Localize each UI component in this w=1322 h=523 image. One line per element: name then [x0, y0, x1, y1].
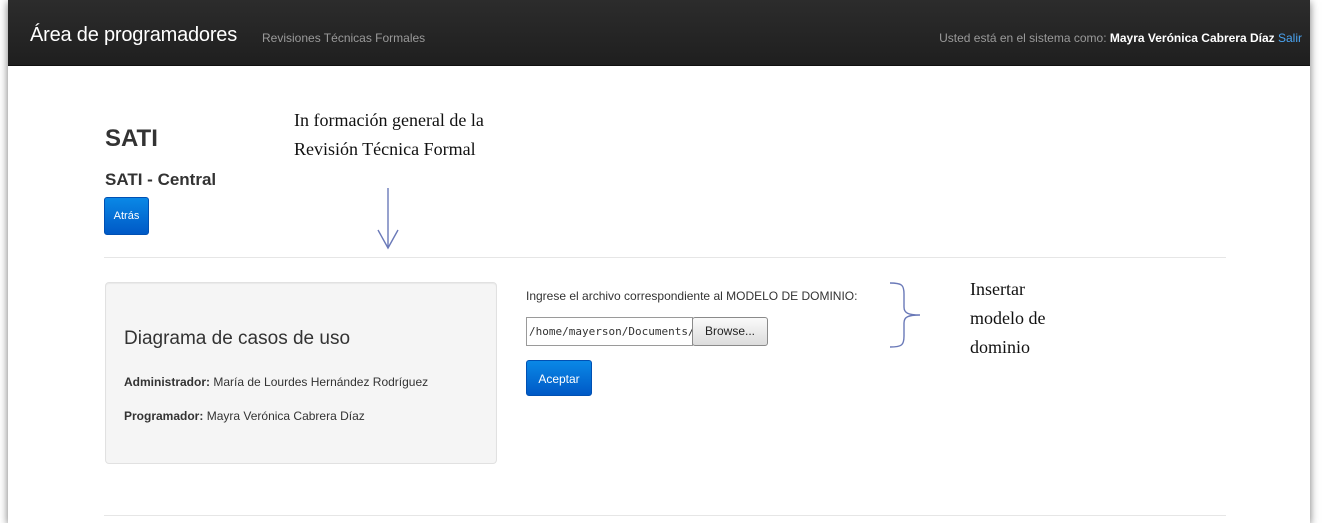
- back-button[interactable]: Atrás: [104, 197, 149, 235]
- admin-line: Administrador: María de Lourdes Hernánde…: [124, 375, 428, 389]
- accept-button[interactable]: Aceptar: [526, 360, 592, 396]
- annotation-insert-line1: Insertar: [970, 279, 1025, 299]
- programmer-value: Mayra Verónica Cabrera Díaz: [206, 409, 365, 423]
- nav-link-revisiones[interactable]: Revisiones Técnicas Formales: [262, 31, 425, 45]
- programmer-line: Programador: Mayra Verónica Cabrera Díaz: [124, 409, 365, 423]
- annotation-insert-line2: modelo de: [970, 308, 1046, 328]
- down-arrow-icon: [377, 188, 399, 250]
- annotation-insert-model: Insertar modelo de dominio: [970, 275, 1045, 362]
- logout-link[interactable]: Salir: [1278, 31, 1302, 45]
- annotation-general-info-line2: Revisión Técnica Formal: [294, 139, 476, 159]
- user-name: Mayra Verónica Cabrera Díaz: [1109, 31, 1275, 45]
- brand-title[interactable]: Área de programadores: [30, 24, 237, 47]
- admin-label: Administrador:: [124, 375, 211, 389]
- divider-bottom: [104, 515, 1226, 516]
- annotation-insert-line3: dominio: [970, 337, 1031, 357]
- file-path-input[interactable]: /home/mayerson/Documents/: [526, 317, 693, 346]
- annotation-general-info: In formación general de la Revisión Técn…: [294, 106, 484, 164]
- page-title: SATI: [105, 125, 158, 152]
- browse-button[interactable]: Browse...: [692, 317, 768, 346]
- app-window: Área de programadores Revisiones Técnica…: [8, 0, 1310, 523]
- divider-top: [104, 257, 1226, 258]
- upload-label: Ingrese el archivo correspondiente al MO…: [526, 289, 858, 303]
- user-prefix: Usted está en el sistema como:: [939, 31, 1107, 45]
- right-brace-icon: [889, 282, 921, 348]
- admin-value: María de Lourdes Hernández Rodríguez: [213, 375, 429, 389]
- user-info: Usted está en el sistema como: Mayra Ver…: [939, 31, 1302, 45]
- info-panel: Diagrama de casos de uso Administrador: …: [105, 282, 497, 464]
- annotation-general-info-line1: In formación general de la: [294, 110, 484, 130]
- page-subtitle: SATI - Central: [105, 170, 217, 189]
- top-navbar: Área de programadores Revisiones Técnica…: [8, 0, 1310, 66]
- programmer-label: Programador:: [124, 409, 204, 423]
- panel-title: Diagrama de casos de uso: [124, 328, 351, 349]
